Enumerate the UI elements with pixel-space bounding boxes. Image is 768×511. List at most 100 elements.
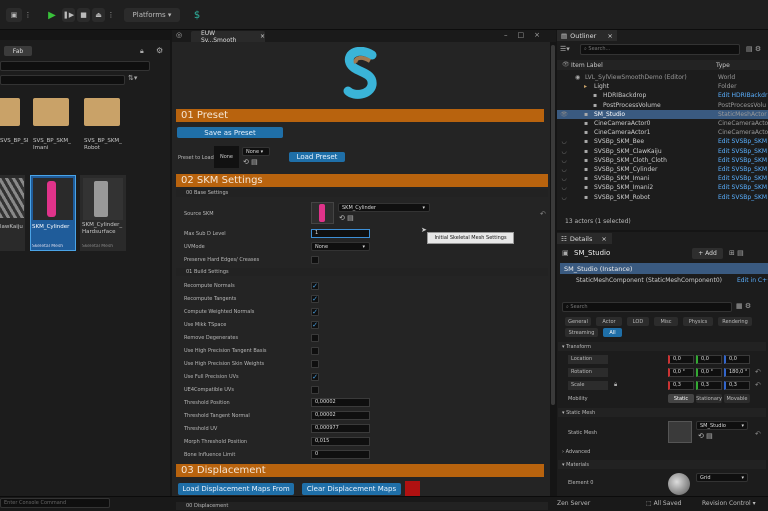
rotation-y[interactable]: 0,0 °: [696, 368, 722, 377]
outliner-row[interactable]: 👁︎ ▪ SM_Studio StaticMeshActor: [557, 109, 768, 119]
outliner-row[interactable]: ◡ ▪ SVSBp_SKM_Bee Edit SVSBp_SKM: [557, 137, 768, 146]
outliner-row-type[interactable]: Edit SVSBp_SKM: [718, 157, 768, 164]
base-settings-section[interactable]: 00 Base Settings: [176, 189, 548, 197]
outliner-row[interactable]: ◡ ▪ SVSBp_SKM_Cloth_Cloth Edit SVSBp_SKM: [557, 156, 768, 165]
more-options-icon[interactable]: ⋮: [107, 8, 115, 22]
morph-threshold-input[interactable]: 0,015: [311, 437, 370, 446]
mobility-static[interactable]: Static: [668, 394, 694, 403]
step-icon[interactable]: ❚▶: [62, 8, 75, 22]
outliner-tab[interactable]: ▤ Outliner ×: [557, 30, 617, 41]
add-actor-icon[interactable]: ▤ ⚙: [746, 45, 761, 53]
scale-dropdown[interactable]: Scale: [568, 381, 608, 390]
edit-cpp-link[interactable]: Edit in C++: [737, 277, 768, 284]
threshold-uv-input[interactable]: 0,000977: [311, 424, 370, 433]
eject-icon[interactable]: ⏏: [92, 8, 105, 22]
threshold-tangent-input[interactable]: 0,00002: [311, 411, 370, 420]
close-icon[interactable]: ×: [607, 32, 612, 40]
console-command-input[interactable]: Enter Console Command: [0, 498, 110, 508]
mikk-tspace-checkbox[interactable]: ✓: [311, 321, 319, 329]
visibility-icon[interactable]: 👁︎: [557, 111, 571, 118]
blueprint-icon[interactable]: ⊞ ▤: [729, 249, 744, 257]
mobility-movable[interactable]: Movable: [724, 394, 750, 403]
clear-displacement-button[interactable]: Clear Displacement Maps: [302, 483, 401, 495]
uvmode-dropdown[interactable]: None ▾: [311, 242, 370, 251]
zen-server-status[interactable]: Zen Server: [557, 500, 590, 507]
bone-influence-input[interactable]: 0: [311, 450, 370, 459]
outliner-row[interactable]: ◡ ▪ SVSBp_SKM_ClawKaiju Edit SVSBp_SKM: [557, 147, 768, 156]
reset-icon[interactable]: ↶: [540, 210, 546, 218]
asset-search-input[interactable]: [0, 75, 125, 85]
lock-icon[interactable]: 🔒︎: [614, 381, 617, 389]
details-tab[interactable]: ☷ Details ×: [557, 233, 612, 244]
material-sphere[interactable]: [668, 473, 690, 495]
rotation-z[interactable]: 180,0 °: [724, 368, 750, 377]
folder-icon[interactable]: [84, 98, 120, 126]
platforms-button[interactable]: Platforms ▾: [124, 8, 180, 22]
outliner-row-type[interactable]: Edit SVSBp_SKM: [718, 138, 768, 145]
weighted-normals-checkbox[interactable]: ✓: [311, 308, 319, 316]
tab-all[interactable]: All: [603, 328, 622, 337]
full-precision-uvs-checkbox[interactable]: ✓: [311, 373, 319, 381]
outliner-row[interactable]: ◡ ▪ SVSBp_SKM_Robot Edit SVSBp_SKM: [557, 193, 768, 202]
reset-icon[interactable]: ↶: [755, 430, 761, 438]
location-z[interactable]: 0,0: [724, 355, 750, 364]
outliner-row[interactable]: ◉ LVL_SylViewSmoothDemo (Editor) World: [557, 73, 768, 82]
source-skm-dropdown[interactable]: SKM_Cylinder ▾: [338, 203, 430, 212]
recompute-tangents-checkbox[interactable]: ✓: [311, 295, 319, 303]
outliner-row[interactable]: ▪ CineCameraActor1 CineCameraActor: [557, 128, 768, 137]
save-icon[interactable]: ▣: [6, 8, 22, 22]
tab-actor[interactable]: Actor: [596, 317, 622, 326]
visibility-icon[interactable]: ◡: [557, 184, 571, 191]
high-precision-tangent-checkbox[interactable]: [311, 347, 319, 355]
outliner-row[interactable]: ▪ CineCameraActor0 CineCameraActor: [557, 119, 768, 128]
save-preset-button[interactable]: Save as Preset: [177, 127, 283, 138]
static-mesh-thumbnail[interactable]: [668, 421, 692, 443]
component-row[interactable]: StaticMeshComponent (StaticMeshComponent…: [576, 277, 736, 284]
col-type[interactable]: Type: [716, 62, 730, 69]
outliner-search-input[interactable]: ⌕ Search...: [580, 44, 740, 55]
static-mesh-dropdown[interactable]: SM_Studio ▾: [696, 421, 748, 430]
visibility-icon[interactable]: ◡: [557, 148, 571, 155]
outliner-row-type[interactable]: Edit HDRIBackdr: [718, 92, 768, 99]
outliner-row-type[interactable]: Edit SVSBp_SKM: [718, 166, 768, 173]
revision-control[interactable]: Revision Control ▾: [702, 500, 756, 507]
add-component-button[interactable]: + Add: [692, 248, 723, 259]
visibility-icon[interactable]: ◡: [557, 138, 571, 145]
visibility-icon[interactable]: ◡: [557, 157, 571, 164]
tab-lod[interactable]: LOD: [627, 317, 649, 326]
lock-icon[interactable]: 🔒︎: [140, 47, 144, 56]
build-settings-section[interactable]: 01 Build Settings: [176, 268, 548, 276]
save-status[interactable]: ⬚ All Saved: [646, 500, 681, 507]
close-icon[interactable]: ×: [601, 235, 606, 243]
close-tab-icon[interactable]: ×: [260, 33, 265, 40]
tab-physics[interactable]: Physics: [683, 317, 713, 326]
rotation-x[interactable]: 0,0 °: [668, 368, 694, 377]
outliner-row[interactable]: ▪ PostProcessVolume PostProcessVolu: [557, 101, 768, 110]
preset-thumbnail[interactable]: None: [214, 146, 239, 168]
outliner-row-type[interactable]: Edit SVSBp_SKM: [718, 184, 768, 191]
outliner-row-type[interactable]: Edit SVSBp_SKM: [718, 175, 768, 182]
gear-icon[interactable]: ⚙: [156, 46, 163, 55]
displacement-section[interactable]: 00 Displacement: [176, 502, 548, 510]
col-item-label[interactable]: Item Label: [571, 62, 603, 69]
transform-section[interactable]: ▾ Transform: [558, 342, 766, 351]
reset-icon[interactable]: ↶: [755, 368, 761, 376]
outliner-row[interactable]: ◡ ▪ SVSBp_SKM_Cylinder Edit SVSBp_SKM: [557, 165, 768, 174]
outliner-row-type[interactable]: Edit SVSBp_SKM: [718, 194, 768, 201]
window-controls[interactable]: –□×: [504, 31, 550, 39]
tab-streaming[interactable]: Streaming: [565, 328, 598, 337]
material-dropdown[interactable]: Grid ▾: [696, 473, 748, 482]
tab-rendering[interactable]: Rendering: [718, 317, 752, 326]
location-dropdown[interactable]: Location: [568, 355, 608, 364]
browse-icon[interactable]: ⟲ ▤: [339, 214, 354, 222]
tab-misc[interactable]: Misc: [654, 317, 678, 326]
outliner-row-type[interactable]: Edit SVSBp_SKM: [718, 148, 768, 155]
ue4-compatible-uvs-checkbox[interactable]: [311, 386, 319, 394]
editor-tab[interactable]: EUW Sy...Smooth ×: [191, 30, 265, 44]
browse-icon[interactable]: ⟲ ▤: [243, 158, 258, 166]
color-swatch[interactable]: [405, 481, 420, 496]
path-field[interactable]: [0, 61, 150, 71]
outliner-row[interactable]: ◡ ▪ SVSBp_SKM_Imani Edit SVSBp_SKM: [557, 174, 768, 183]
instance-row[interactable]: SM_Studio (Instance): [560, 263, 768, 274]
remove-degenerates-checkbox[interactable]: [311, 334, 319, 342]
